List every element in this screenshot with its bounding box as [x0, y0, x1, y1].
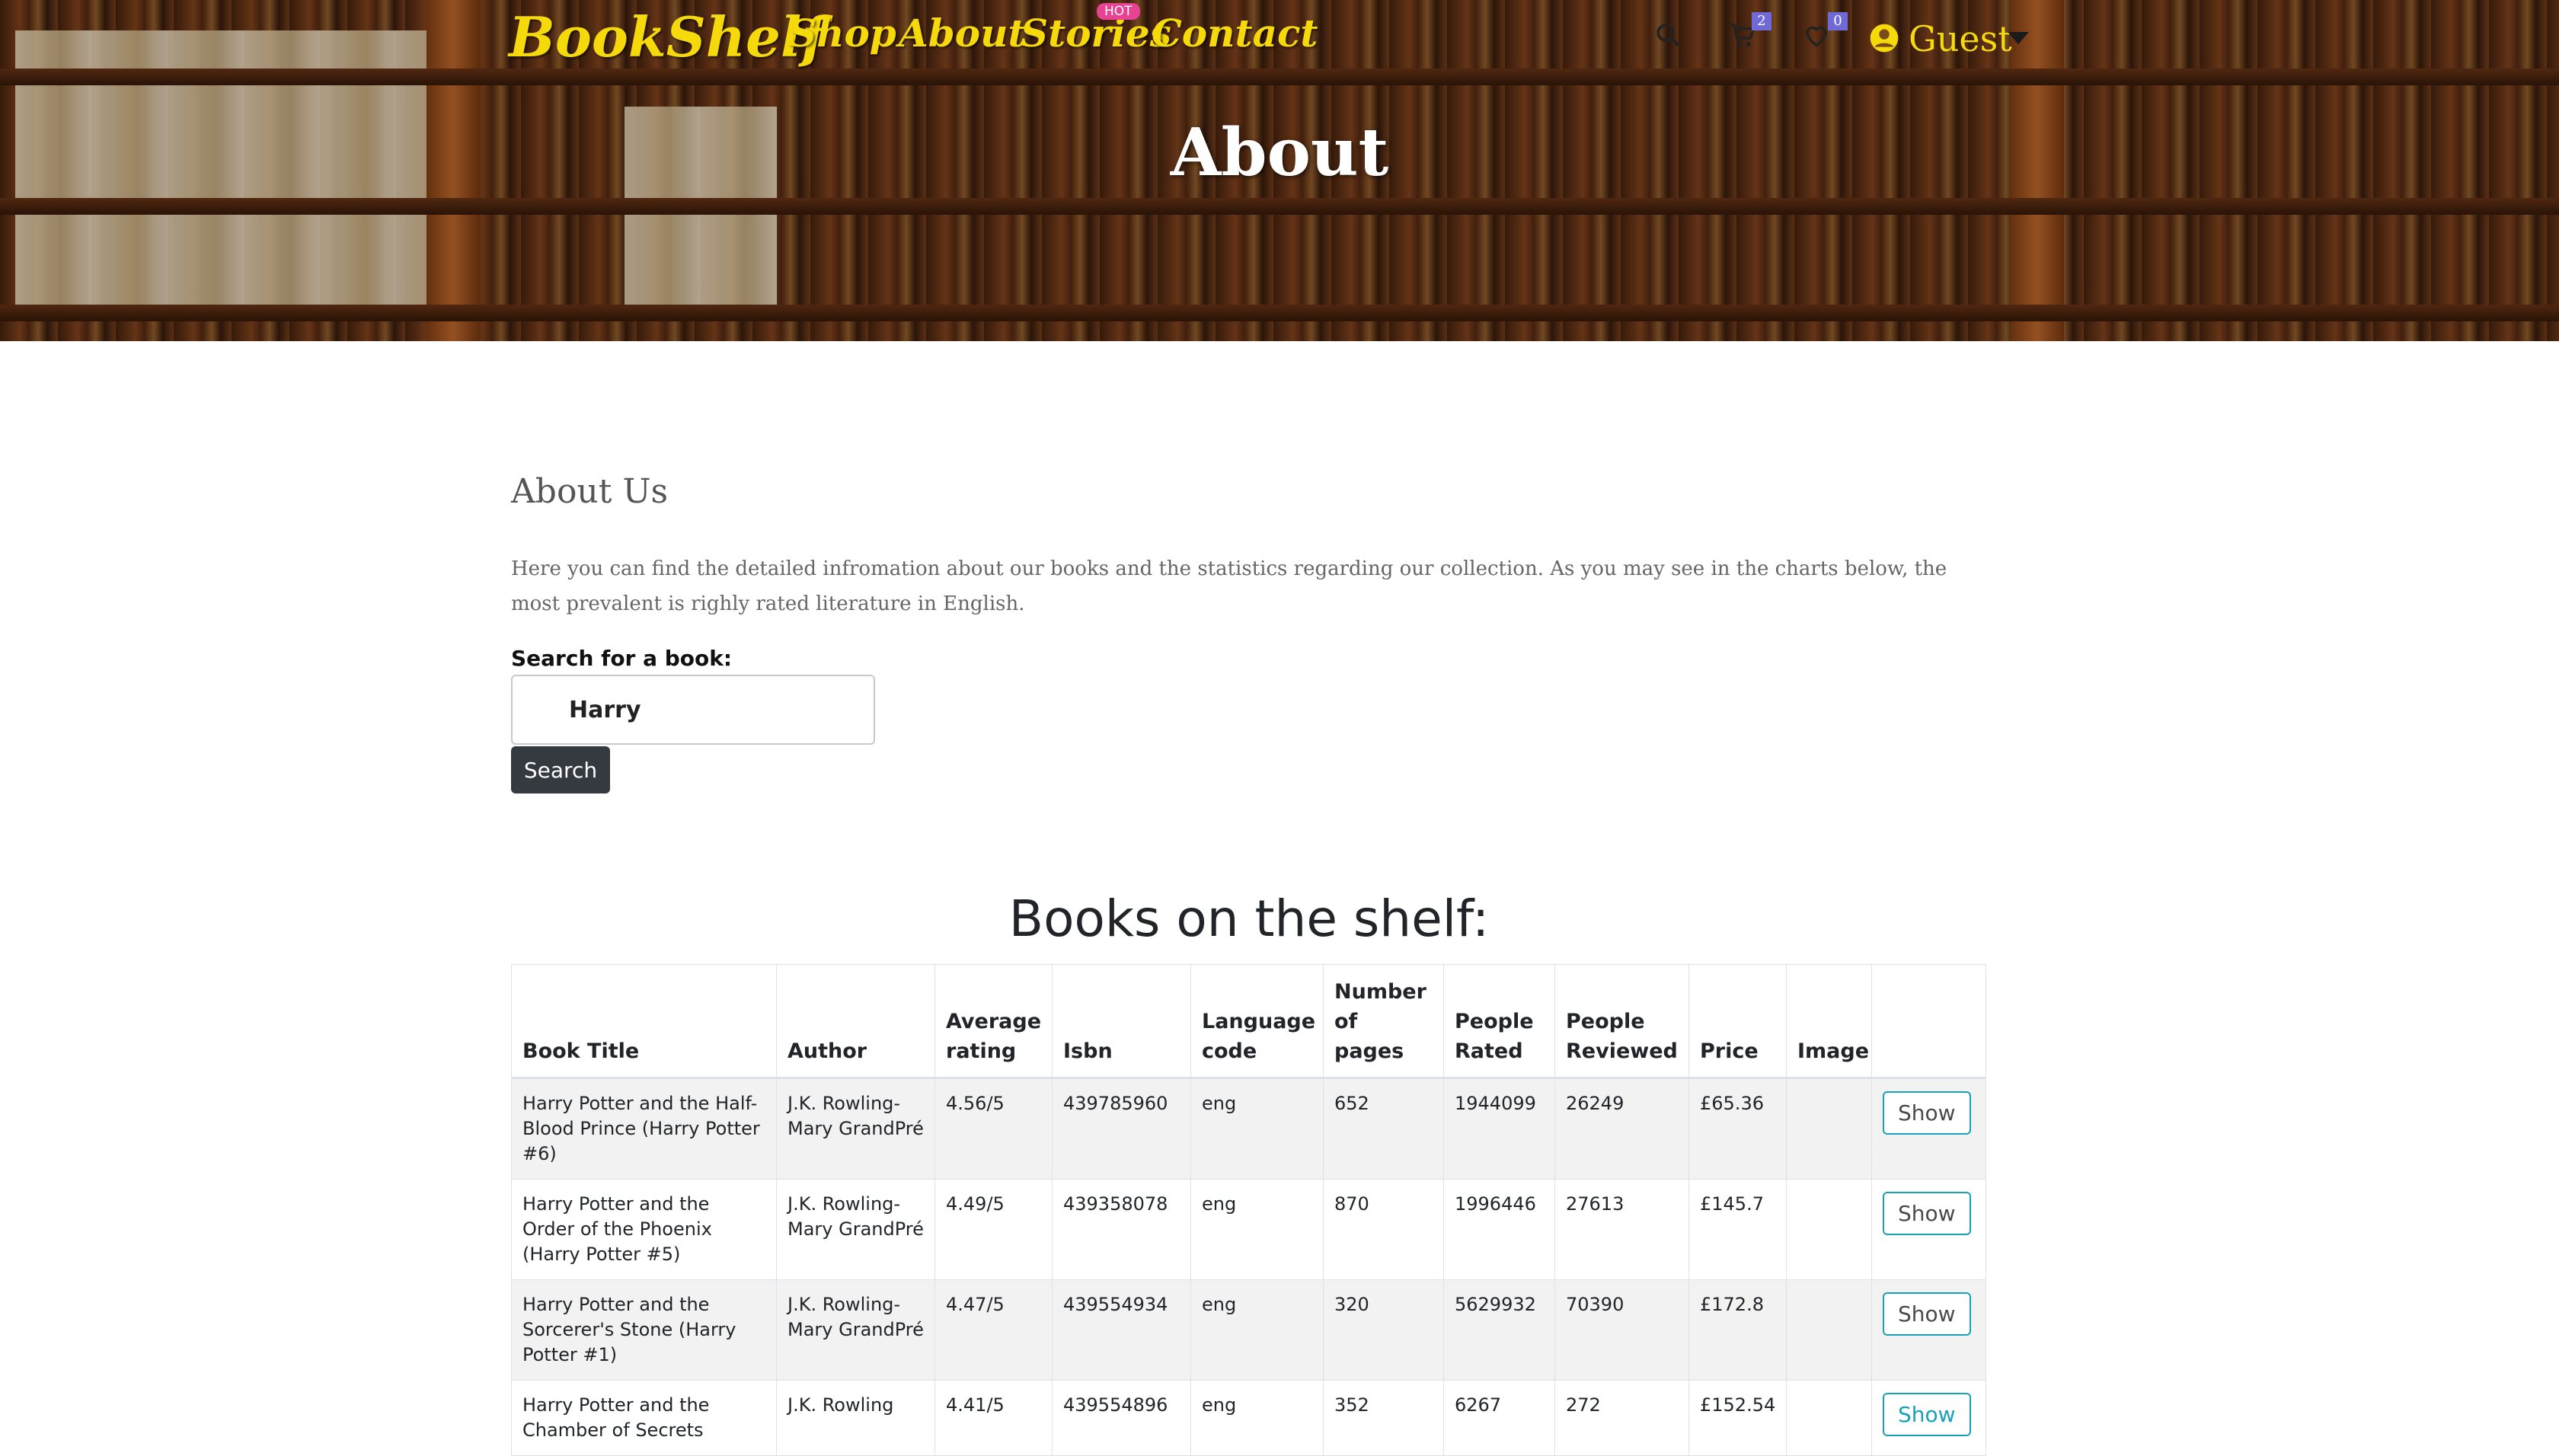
book-title: Harry Potter and the Chamber of Secrets [511, 1380, 777, 1456]
book-author: J.K. Rowling-Mary GrandPré [776, 1179, 935, 1280]
col-header: Language code [1190, 964, 1324, 1079]
book-people-reviewed: 272 [1554, 1380, 1689, 1456]
book-people-reviewed: 27613 [1554, 1179, 1689, 1280]
book-people-rated: 1944099 [1443, 1078, 1555, 1180]
hot-badge: HOT [1097, 3, 1140, 20]
book-isbn: 439554896 [1052, 1380, 1191, 1456]
book-language: eng [1190, 1279, 1324, 1381]
col-header: Number of pages [1323, 964, 1444, 1079]
book-price: £152.54 [1688, 1380, 1787, 1456]
book-people-reviewed: 26249 [1554, 1078, 1689, 1180]
about-heading: About Us [511, 472, 669, 511]
user-circle-icon[interactable] [1869, 23, 1899, 56]
heart-icon[interactable] [1802, 21, 1831, 52]
action-cell: Show [1871, 1179, 1986, 1280]
book-pages: 320 [1323, 1279, 1444, 1381]
nav-stories[interactable]: Stories [1021, 11, 1171, 56]
book-image [1786, 1279, 1872, 1381]
site-logo[interactable]: BookShelf [509, 5, 825, 69]
col-header: Isbn [1052, 964, 1191, 1079]
book-pages: 870 [1323, 1179, 1444, 1280]
book-people-rated: 1996446 [1443, 1179, 1555, 1280]
cart-count-badge: 2 [1752, 12, 1771, 30]
col-header: Book Title [511, 964, 777, 1079]
show-button[interactable]: Show [1883, 1393, 1971, 1436]
book-language: eng [1190, 1078, 1324, 1180]
nav-shop[interactable]: Shop [789, 11, 896, 56]
about-paragraph: Here you can find the detailed infromati… [511, 557, 1947, 615]
action-cell: Show [1871, 1380, 1986, 1456]
show-button[interactable]: Show [1883, 1192, 1971, 1235]
book-author: J.K. Rowling-Mary GrandPré [776, 1078, 935, 1180]
show-button[interactable]: Show [1883, 1292, 1971, 1336]
search-label: Search for a book: [511, 646, 733, 671]
col-header: Average rating [934, 964, 1053, 1079]
nav-contact[interactable]: Contact [1152, 11, 1318, 56]
col-header: Price [1688, 964, 1787, 1079]
col-header: Author [776, 964, 935, 1079]
col-header [1871, 964, 1986, 1079]
books-table: Book Title Author Average rating Isbn La… [511, 964, 1986, 1456]
book-image [1786, 1380, 1872, 1456]
book-isbn: 439358078 [1052, 1179, 1191, 1280]
search-button[interactable]: Search [511, 746, 610, 793]
caret-down-icon[interactable] [2008, 32, 2029, 44]
page-title: About [1170, 114, 1389, 191]
table-header-row: Book Title Author Average rating Isbn La… [511, 964, 1986, 1079]
book-isbn: 439785960 [1052, 1078, 1191, 1180]
table-row: Harry Potter and the Half-Blood Prince (… [511, 1078, 1986, 1180]
book-people-rated: 5629932 [1443, 1279, 1555, 1381]
show-button[interactable]: Show [1883, 1091, 1971, 1135]
book-price: £172.8 [1688, 1279, 1787, 1381]
col-header: People Rated [1443, 964, 1555, 1079]
book-people-reviewed: 70390 [1554, 1279, 1689, 1381]
book-image [1786, 1179, 1872, 1280]
book-rating: 4.47/5 [934, 1279, 1053, 1381]
book-people-rated: 6267 [1443, 1380, 1555, 1456]
book-pages: 652 [1323, 1078, 1444, 1180]
book-title: Harry Potter and the Sorcerer's Stone (H… [511, 1279, 777, 1381]
nav-about[interactable]: About [899, 11, 1026, 56]
book-rating: 4.41/5 [934, 1380, 1053, 1456]
book-author: J.K. Rowling-Mary GrandPré [776, 1279, 935, 1381]
book-image [1786, 1078, 1872, 1180]
user-menu-label[interactable]: Guest [1909, 18, 2012, 59]
book-author: J.K. Rowling [776, 1380, 935, 1456]
book-isbn: 439554934 [1052, 1279, 1191, 1381]
book-title: Harry Potter and the Half-Blood Prince (… [511, 1078, 777, 1180]
book-rating: 4.49/5 [934, 1179, 1053, 1280]
book-title: Harry Potter and the Order of the Phoeni… [511, 1179, 777, 1280]
table-row: Harry Potter and the Order of the Phoeni… [511, 1179, 1986, 1280]
action-cell: Show [1871, 1279, 1986, 1381]
book-rating: 4.56/5 [934, 1078, 1053, 1180]
search-icon[interactable] [1654, 21, 1682, 52]
search-input[interactable] [511, 675, 875, 745]
books-heading: Books on the shelf: [1008, 889, 1490, 948]
col-header: Image [1786, 964, 1872, 1079]
book-pages: 352 [1323, 1380, 1444, 1456]
wishlist-count-badge: 0 [1828, 12, 1848, 30]
col-header: People Reviewed [1554, 964, 1689, 1079]
table-row: Harry Potter and the Sorcerer's Stone (H… [511, 1279, 1986, 1381]
action-cell: Show [1871, 1078, 1986, 1180]
book-price: £65.36 [1688, 1078, 1787, 1180]
book-language: eng [1190, 1179, 1324, 1280]
book-language: eng [1190, 1380, 1324, 1456]
book-price: £145.7 [1688, 1179, 1787, 1280]
table-row: Harry Potter and the Chamber of Secrets … [511, 1380, 1986, 1456]
